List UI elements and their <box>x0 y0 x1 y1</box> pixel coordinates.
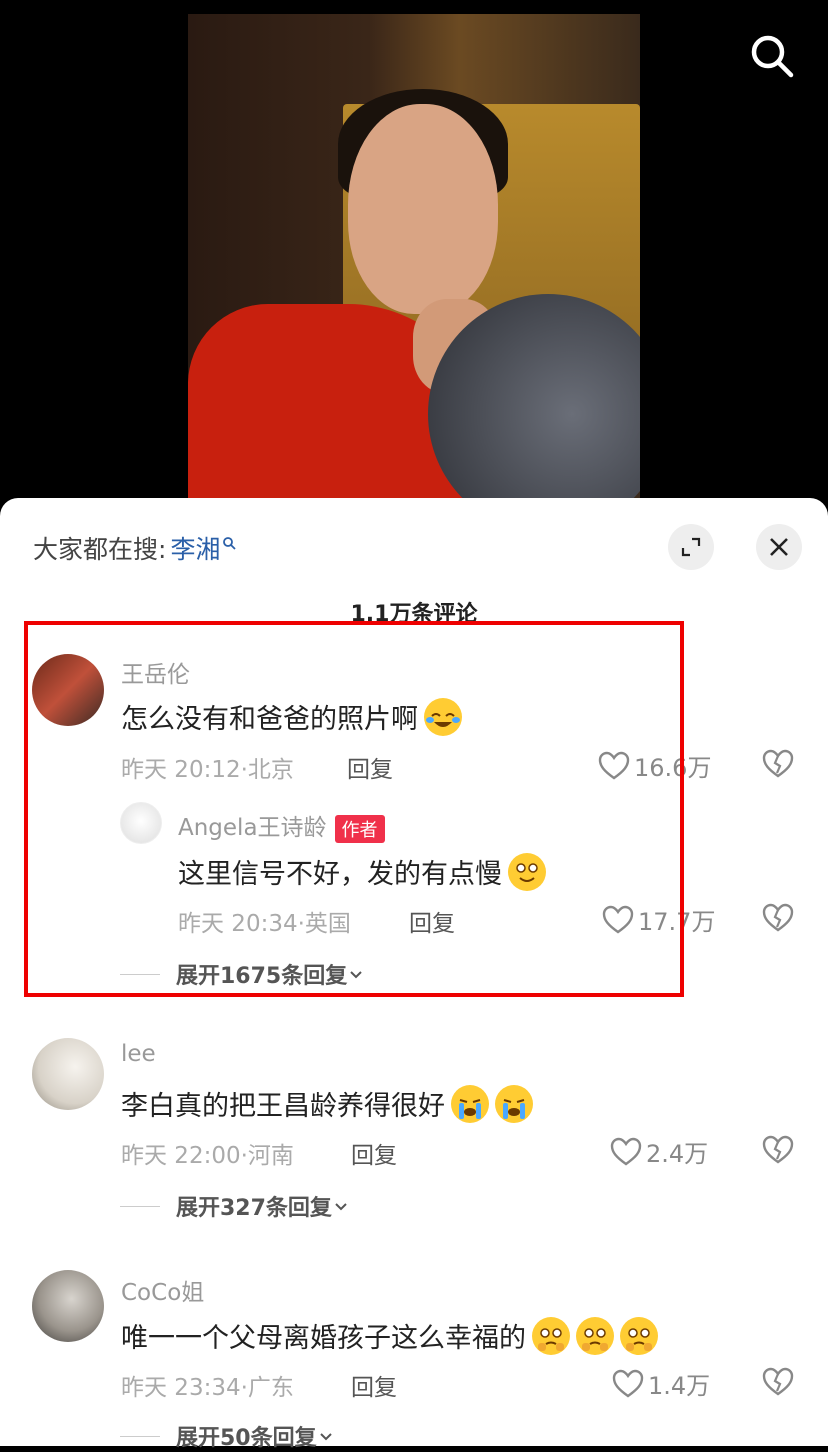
broken-heart-icon <box>762 1135 794 1164</box>
reply-button[interactable]: 回复 <box>351 1136 397 1170</box>
video-player[interactable] <box>0 0 828 520</box>
crying-emoji-icon <box>451 1084 489 1123</box>
hot-search-bar[interactable]: 大家都在搜: 李湘 <box>33 530 237 566</box>
reply-button[interactable]: 回复 <box>351 1368 397 1402</box>
chevron-down-icon <box>319 1433 332 1441</box>
comment-text-content: 唯一一个父母离婚孩子这么幸福的 <box>121 1323 526 1354</box>
holding-back-tears-emoji-icon <box>576 1316 614 1355</box>
comment-username[interactable]: CoCo姐 <box>121 1273 204 1307</box>
avatar[interactable] <box>32 1038 104 1110</box>
comment-time: 昨天 22:00 <box>121 1143 241 1169</box>
comment-meta: 昨天 22:00·河南 <box>121 1143 294 1169</box>
dislike-button[interactable] <box>762 903 794 937</box>
broken-heart-icon <box>762 903 794 932</box>
hot-search-label: 大家都在搜: <box>33 535 167 564</box>
dislike-button[interactable] <box>762 1135 794 1169</box>
dislike-button[interactable] <box>762 1367 794 1401</box>
expand-sheet-button[interactable] <box>668 524 714 570</box>
search-button[interactable] <box>748 32 796 80</box>
dislike-button[interactable] <box>762 749 794 783</box>
heart-icon <box>610 1137 642 1165</box>
expand-replies-label: 展开327条回复 <box>176 1196 332 1221</box>
like-button[interactable]: 1.4万 <box>612 1366 710 1401</box>
expand-replies-button[interactable]: 展开327条回复 <box>120 1190 350 1222</box>
broken-heart-icon <box>762 1367 794 1396</box>
search-icon <box>751 35 794 78</box>
search-icon <box>223 537 237 550</box>
broken-heart-icon <box>762 749 794 778</box>
like-count: 2.4万 <box>646 1140 709 1168</box>
video-frame[interactable] <box>188 14 640 514</box>
comment-text-content: 李白真的把王昌龄养得很好 <box>121 1091 445 1122</box>
close-icon <box>770 538 788 556</box>
holding-back-tears-emoji-icon <box>620 1316 658 1355</box>
comment-text: 李白真的把王昌龄养得很好 <box>121 1084 533 1123</box>
hot-search-keyword[interactable]: 李湘 <box>170 530 220 566</box>
holding-back-tears-emoji-icon <box>532 1316 570 1355</box>
divider <box>120 1205 160 1207</box>
like-count: 1.4万 <box>648 1372 711 1400</box>
chevron-down-icon <box>335 1203 347 1211</box>
comment-text: 唯一一个父母离婚孩子这么幸福的 <box>121 1316 658 1355</box>
video-person-face <box>348 104 498 314</box>
like-button[interactable]: 2.4万 <box>610 1134 708 1169</box>
avatar[interactable] <box>32 1270 104 1342</box>
expand-replies-button[interactable]: 展开50条回复 <box>120 1420 335 1452</box>
crying-emoji-icon <box>495 1084 533 1123</box>
comment-count: 1.1万条评论 <box>350 602 478 624</box>
comment-location: 河南 <box>247 1143 294 1169</box>
comment-username[interactable]: lee <box>121 1041 156 1067</box>
expand-replies-label: 展开50条回复 <box>176 1426 317 1451</box>
expand-icon <box>681 537 701 557</box>
comment-time: 昨天 23:34 <box>121 1375 241 1401</box>
comment-meta: 昨天 23:34·广东 <box>121 1375 294 1401</box>
heart-icon <box>612 1369 644 1397</box>
divider <box>120 1435 160 1437</box>
highlight-box <box>24 621 684 997</box>
close-sheet-button[interactable] <box>756 524 802 570</box>
comment-location: 广东 <box>247 1375 294 1401</box>
